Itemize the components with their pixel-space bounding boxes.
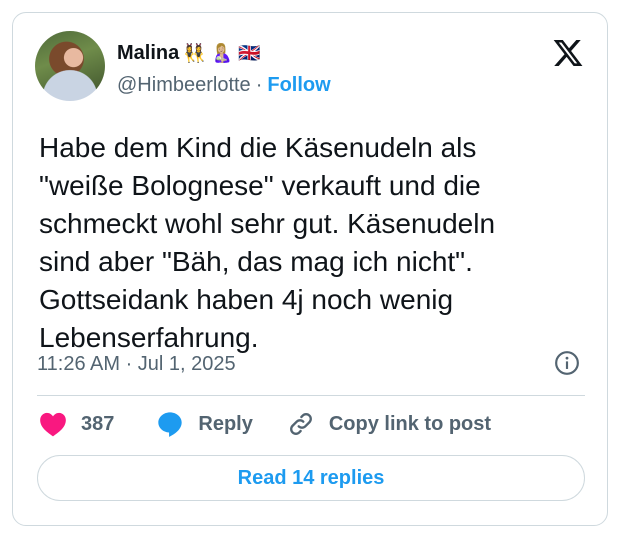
link-icon [289, 413, 312, 435]
like-button[interactable]: 387 [39, 411, 114, 437]
name-emojis: 👯‍♀️ 🤱🏼 🇬🇧 [183, 43, 261, 63]
reply-button[interactable]: Reply [156, 410, 253, 438]
read-replies-button[interactable]: Read 14 replies [37, 455, 585, 501]
author-name-row: Malina 👯‍♀️ 🤱🏼 🇬🇧 [117, 40, 261, 66]
divider [37, 395, 585, 396]
avatar[interactable] [35, 31, 105, 101]
tweet-card: Malina 👯‍♀️ 🤱🏼 🇬🇧 @Himbeerlotte · Follow… [12, 12, 608, 526]
reply-label: Reply [198, 412, 253, 435]
action-bar: 387 Reply Copy link to post [39, 409, 491, 439]
author-handle[interactable]: @Himbeerlotte [117, 74, 251, 97]
x-logo-icon[interactable] [552, 37, 584, 69]
info-icon[interactable] [554, 350, 580, 376]
author-name[interactable]: Malina [117, 42, 179, 65]
heart-icon [40, 412, 66, 437]
tweet-text: Habe dem Kind die Käsenudeln als "weiße … [39, 132, 496, 353]
author-handle-row: @Himbeerlotte · Follow [117, 73, 331, 97]
like-count: 387 [81, 412, 115, 435]
speech-bubble-icon [158, 412, 183, 437]
follow-button[interactable]: Follow [267, 74, 330, 97]
copy-link-label: Copy link to post [328, 412, 492, 435]
tweet-timestamp[interactable]: 11:26 AM · Jul 1, 2025 [37, 351, 236, 377]
separator-dot: · [255, 73, 263, 96]
copy-link-button[interactable]: Copy link to post [287, 410, 491, 438]
